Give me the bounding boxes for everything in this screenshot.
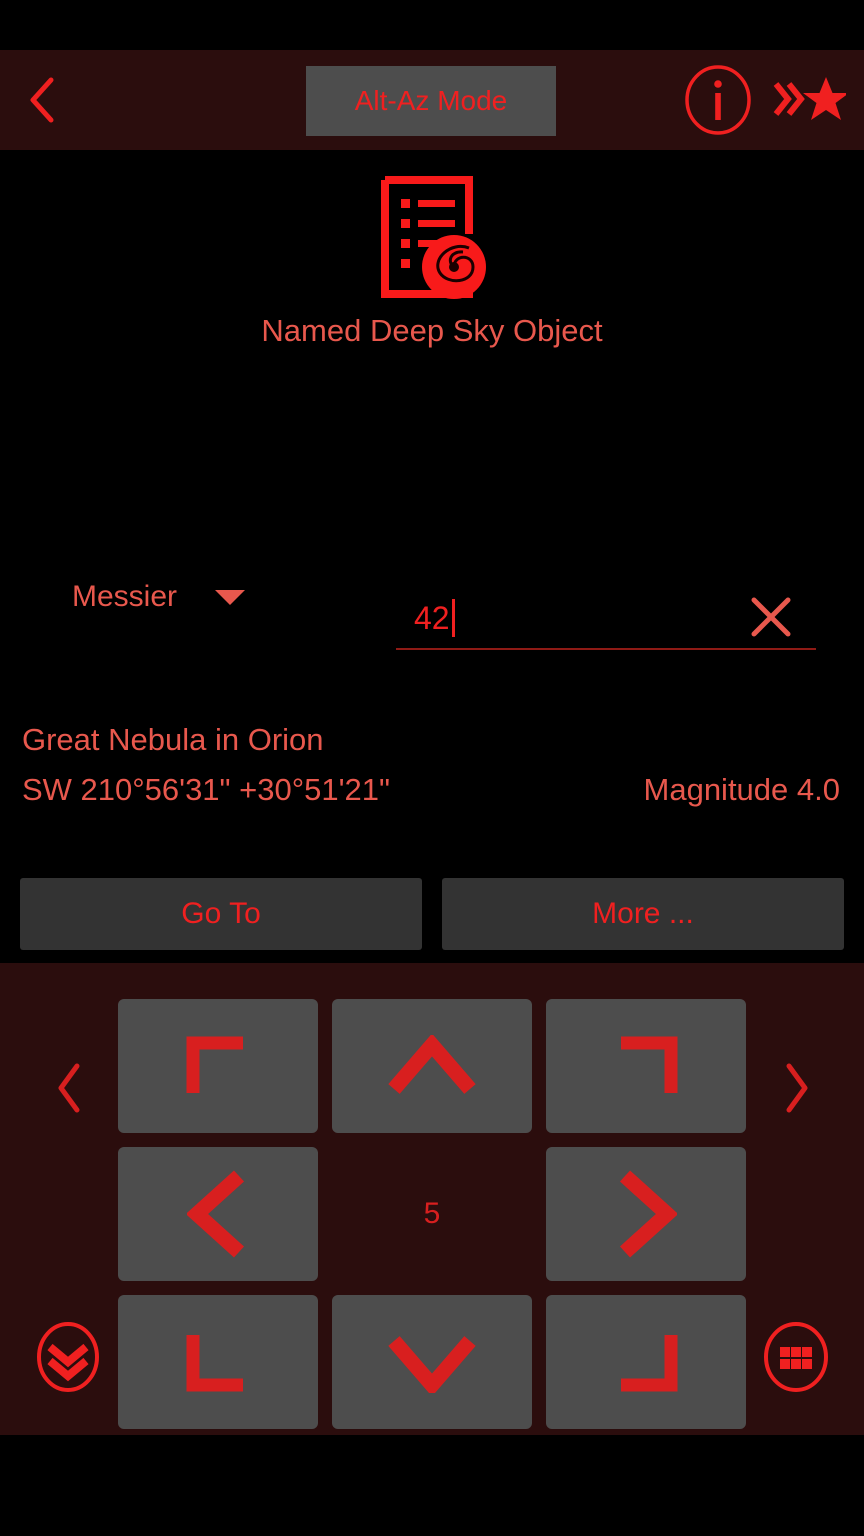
pad-button-up[interactable] — [332, 999, 532, 1133]
keypad-menu-button[interactable] — [760, 1321, 832, 1393]
go-to-label: Go To — [181, 897, 261, 930]
result-details-row: SW 210°56'31" +30°51'21" Magnitude 4.0 — [0, 772, 864, 808]
chevron-left-icon — [30, 77, 54, 123]
result-magnitude: Magnitude 4.0 — [643, 772, 840, 807]
action-button-row: Go To More ... — [20, 878, 844, 950]
text-cursor — [451, 599, 455, 637]
result-coordinates: SW 210°56'31" +30°51'21" — [22, 772, 391, 807]
corner-down-left-icon — [186, 1335, 243, 1392]
alt-az-mode-label: Alt-Az Mode — [354, 85, 508, 116]
direction-pad-grid: 5 — [118, 999, 746, 1429]
chevron-right-icon — [786, 1063, 808, 1113]
corner-up-right-icon — [621, 1036, 678, 1093]
pad-button-up-right[interactable] — [546, 999, 746, 1133]
collapse-pad-button[interactable] — [32, 1321, 104, 1393]
go-to-button[interactable]: Go To — [20, 878, 422, 950]
more-button[interactable]: More ... — [442, 878, 844, 950]
corner-up-left-icon — [186, 1036, 243, 1093]
chevron-left-icon — [58, 1063, 80, 1113]
status-bar — [0, 0, 864, 50]
pad-button-down-left[interactable] — [118, 1295, 318, 1429]
app-bar-right-actions — [682, 50, 846, 150]
pad-button-left[interactable] — [118, 1147, 318, 1281]
favorites-button[interactable] — [772, 72, 846, 128]
top-app-bar: Alt-Az Mode — [0, 50, 864, 150]
pad-button-down[interactable] — [332, 1295, 532, 1429]
pad-button-up-left[interactable] — [118, 999, 318, 1133]
catalog-number-value: 42 — [414, 599, 450, 636]
object-detail-panel: Named Deep Sky Object Messier 42 Great N… — [0, 150, 864, 963]
result-object-name: Great Nebula in Orion — [22, 722, 324, 757]
chevron-down-icon — [388, 1336, 476, 1393]
close-x-icon[interactable] — [748, 594, 794, 640]
app-root: Alt-Az Mode Named Deep Sky Object Messie… — [0, 0, 864, 1536]
pad-button-down-right[interactable] — [546, 1295, 746, 1429]
navigation-bar-area — [0, 1435, 864, 1536]
double-chevron-star-icon — [773, 77, 846, 120]
pad-button-right[interactable] — [546, 1147, 746, 1281]
chevron-up-icon — [388, 1035, 476, 1094]
catalog-number-input[interactable]: 42 — [396, 588, 816, 650]
deep-sky-list-galaxy-icon — [381, 176, 486, 299]
search-result: Great Nebula in Orion SW 210°56'31" +30°… — [0, 722, 864, 808]
chevron-right-icon — [619, 1170, 677, 1258]
object-icon-wrapper — [0, 150, 864, 302]
search-row: Messier 42 — [0, 580, 864, 660]
pad-rate-value: 5 — [423, 1197, 441, 1230]
alt-az-mode-button[interactable]: Alt-Az Mode — [306, 66, 556, 136]
pad-rate-indicator[interactable]: 5 — [332, 1147, 532, 1281]
catalog-dropdown[interactable]: Messier — [72, 580, 246, 614]
control-pad-panel: 5 — [0, 963, 864, 1435]
back-button[interactable] — [0, 50, 86, 150]
info-circle-icon[interactable] — [682, 64, 754, 136]
caret-down-icon — [215, 589, 246, 605]
more-label: More ... — [592, 897, 694, 930]
object-type-label: Named Deep Sky Object — [261, 313, 603, 348]
catalog-dropdown-label: Messier — [72, 580, 178, 613]
corner-down-right-icon — [621, 1335, 678, 1392]
chevron-left-icon — [187, 1170, 245, 1258]
